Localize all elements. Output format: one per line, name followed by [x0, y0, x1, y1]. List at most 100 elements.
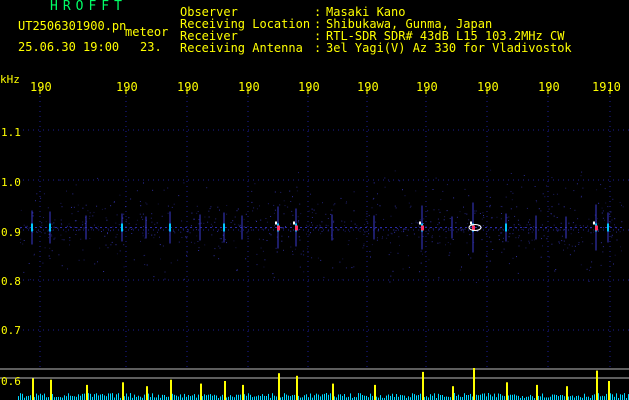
- meter-event-bar: [536, 384, 538, 400]
- noise-pixel: [116, 214, 118, 216]
- meter-event-bar: [296, 375, 298, 400]
- noise-pixel: [555, 269, 557, 270]
- noise-pixel: [310, 232, 311, 234]
- noise-pixel: [620, 246, 621, 248]
- noise-pixel: [431, 235, 433, 237]
- meter-noise-bar: [30, 395, 31, 400]
- noise-pixel: [290, 201, 292, 202]
- meter-noise-bar: [128, 396, 129, 400]
- noise-pixel: [219, 238, 221, 240]
- noise-pixel: [557, 230, 559, 232]
- noise-pixel: [47, 230, 49, 232]
- meter-noise-bar: [212, 395, 213, 400]
- noise-pixel: [431, 237, 433, 239]
- noise-pixel: [273, 204, 275, 206]
- noise-pixel: [280, 191, 282, 193]
- noise-pixel: [89, 212, 91, 214]
- meter-event-bar: [86, 384, 88, 400]
- noise-pixel: [438, 222, 440, 224]
- noise-pixel: [51, 230, 53, 231]
- noise-pixel: [533, 248, 535, 250]
- noise-pixel: [446, 184, 448, 186]
- noise-pixel: [540, 256, 542, 258]
- noise-pixel: [306, 248, 308, 250]
- meter-noise-bar: [350, 393, 351, 400]
- noise-pixel: [403, 231, 405, 233]
- noise-pixel: [330, 213, 332, 215]
- meter-noise-bar: [286, 394, 287, 400]
- noise-pixel: [186, 254, 188, 256]
- noise-pixel: [435, 177, 437, 179]
- meter-noise-bar: [26, 396, 27, 400]
- noise-pixel: [513, 226, 515, 228]
- meter-noise-bar: [558, 396, 559, 400]
- noise-pixel: [26, 225, 28, 227]
- noise-pixel: [218, 245, 220, 247]
- noise-pixel: [71, 213, 73, 215]
- noise-pixel: [239, 225, 241, 227]
- noise-pixel: [611, 236, 613, 238]
- meter-noise-bar: [240, 394, 241, 400]
- meter-noise-bar: [172, 393, 173, 400]
- noise-pixel: [91, 229, 92, 231]
- noise-pixel: [543, 235, 545, 237]
- noise-pixel: [333, 204, 335, 206]
- noise-pixel: [141, 216, 143, 218]
- noise-pixel: [523, 227, 525, 228]
- noise-pixel: [542, 245, 543, 247]
- noise-pixel: [75, 184, 77, 186]
- noise-pixel: [339, 261, 341, 263]
- noise-pixel: [561, 240, 563, 242]
- noise-pixel: [60, 219, 62, 221]
- noise-pixel: [528, 232, 530, 234]
- time-tick-label: 1910: [592, 80, 621, 94]
- noise-pixel: [419, 226, 420, 228]
- noise-pixel: [327, 218, 329, 219]
- noise-pixel: [193, 218, 194, 220]
- noise-pixel: [26, 227, 28, 229]
- noise-pixel: [508, 236, 510, 238]
- noise-pixel: [237, 208, 239, 210]
- time-tick-label: 190: [30, 80, 52, 94]
- meter-noise-bar: [44, 393, 45, 400]
- meter-noise-bar: [430, 394, 431, 400]
- noise-pixel: [501, 232, 503, 234]
- noise-pixel: [450, 243, 452, 245]
- noise-pixel: [45, 221, 47, 223]
- noise-pixel: [290, 223, 292, 225]
- meter-noise-bar: [202, 396, 203, 400]
- noise-pixel: [197, 211, 199, 212]
- noise-pixel: [36, 193, 38, 195]
- noise-pixel: [316, 225, 318, 227]
- noise-pixel: [546, 238, 548, 240]
- noise-pixel: [353, 191, 355, 193]
- noise-pixel: [621, 204, 622, 206]
- meter-noise-bar: [94, 394, 95, 400]
- noise-pixel: [374, 228, 376, 230]
- meter-noise-bar: [478, 395, 479, 400]
- noise-pixel: [394, 170, 396, 172]
- noise-pixel: [82, 224, 84, 226]
- meter-noise-bar: [490, 394, 491, 400]
- noise-pixel: [367, 222, 369, 224]
- meter-noise-bar: [470, 393, 471, 400]
- meter-noise-bar: [570, 396, 571, 400]
- meter-noise-bar: [276, 396, 277, 400]
- noise-pixel: [577, 218, 579, 220]
- noise-pixel: [299, 229, 301, 230]
- noise-pixel: [500, 218, 502, 220]
- noise-pixel: [221, 229, 223, 231]
- noise-pixel: [181, 237, 183, 238]
- noise-pixel: [20, 242, 21, 244]
- noise-pixel: [336, 228, 338, 230]
- noise-pixel: [364, 224, 365, 225]
- noise-pixel: [313, 209, 315, 211]
- noise-pixel: [498, 235, 500, 237]
- meter-noise-bar: [98, 395, 99, 400]
- noise-pixel: [573, 250, 575, 252]
- meter-noise-bar: [82, 393, 83, 400]
- meter-noise-bar: [250, 394, 251, 400]
- noise-pixel: [292, 250, 293, 252]
- noise-pixel: [274, 209, 276, 211]
- meter-event-bar: [422, 371, 424, 400]
